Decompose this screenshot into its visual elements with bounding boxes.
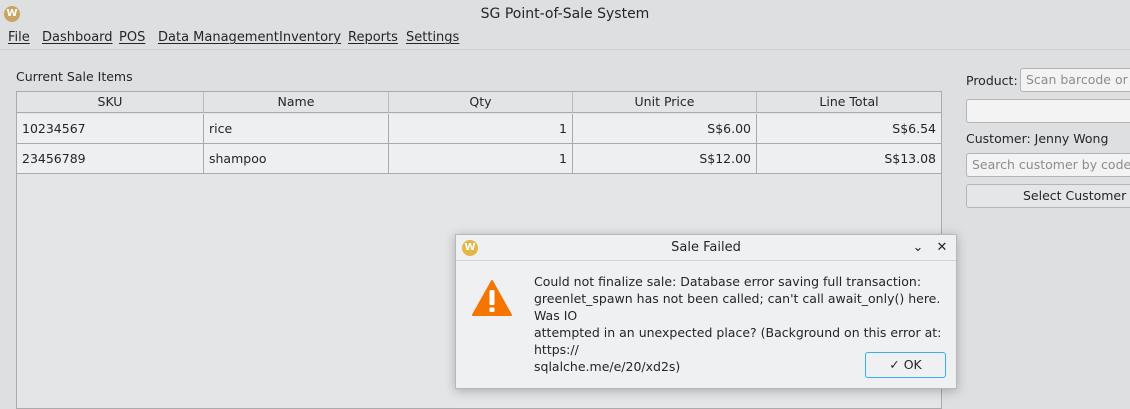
menu-bar: File Dashboard POS Data Management Inven… <box>0 28 1130 50</box>
checkmark-icon: ✓ <box>889 357 900 372</box>
customer-search-input[interactable]: Search customer by code/na <box>966 153 1130 177</box>
menu-settings[interactable]: Settings <box>406 30 459 45</box>
menu-pos[interactable]: POS <box>119 30 145 45</box>
cell-unit-price: S$6.00 <box>573 114 757 143</box>
warning-icon <box>472 280 512 316</box>
dialog-message-line: Could not finalize sale: Database error … <box>534 274 922 289</box>
title-bar: W SG Point-of-Sale System <box>0 0 1130 28</box>
ok-button-label: OK <box>903 357 922 372</box>
table-header: SKU Name Qty Unit Price Line Total <box>17 92 941 113</box>
column-header-line-total[interactable]: Line Total <box>757 92 941 112</box>
window-title: SG Point-of-Sale System <box>480 6 650 22</box>
close-icon[interactable]: ✕ <box>933 239 951 257</box>
dialog-message-line: greenlet_spawn has not been called; can'… <box>534 291 941 323</box>
sale-failed-dialog: W Sale Failed ⌄ ✕ Could not finalize sal… <box>455 234 957 389</box>
menu-dashboard[interactable]: Dashboard <box>42 30 113 45</box>
menu-inventory[interactable]: Inventory <box>279 30 341 45</box>
minimize-chevron-icon[interactable]: ⌄ <box>909 239 927 257</box>
cell-qty: 1 <box>389 144 573 173</box>
current-sale-label: Current Sale Items <box>16 69 133 84</box>
table-row[interactable]: 10234567 rice 1 S$6.00 S$6.54 <box>17 114 941 144</box>
dialog-title-bar: W Sale Failed ⌄ ✕ <box>456 235 956 261</box>
table-row[interactable]: 23456789 shampoo 1 S$12.00 S$13.08 <box>17 144 941 174</box>
cell-name: shampoo <box>204 144 389 173</box>
column-header-unit-price[interactable]: Unit Price <box>573 92 757 112</box>
column-header-qty[interactable]: Qty <box>389 92 573 112</box>
product-barcode-input[interactable]: Scan barcode or en <box>1020 68 1130 92</box>
cell-qty: 1 <box>389 114 573 143</box>
cell-unit-price: S$12.00 <box>573 144 757 173</box>
product-label: Product: <box>966 73 1018 88</box>
product-quantity-field[interactable] <box>966 99 1130 123</box>
cell-sku: 10234567 <box>17 114 204 143</box>
cell-line-total: S$13.08 <box>884 151 936 166</box>
menu-file[interactable]: File <box>8 30 30 45</box>
ok-button[interactable]: ✓ OK <box>865 352 946 378</box>
column-header-name[interactable]: Name <box>204 92 389 112</box>
cell-line-total: S$6.54 <box>892 121 936 136</box>
dialog-title: Sale Failed <box>671 240 741 255</box>
menu-reports[interactable]: Reports <box>348 30 398 45</box>
menu-data-management[interactable]: Data Management <box>158 30 279 45</box>
cell-sku: 23456789 <box>17 144 204 173</box>
column-header-sku[interactable]: SKU <box>17 92 204 112</box>
customer-label: Customer: Jenny Wong <box>966 131 1109 146</box>
select-customer-button[interactable]: Select Customer <box>966 184 1130 208</box>
cell-name: rice <box>204 114 389 143</box>
